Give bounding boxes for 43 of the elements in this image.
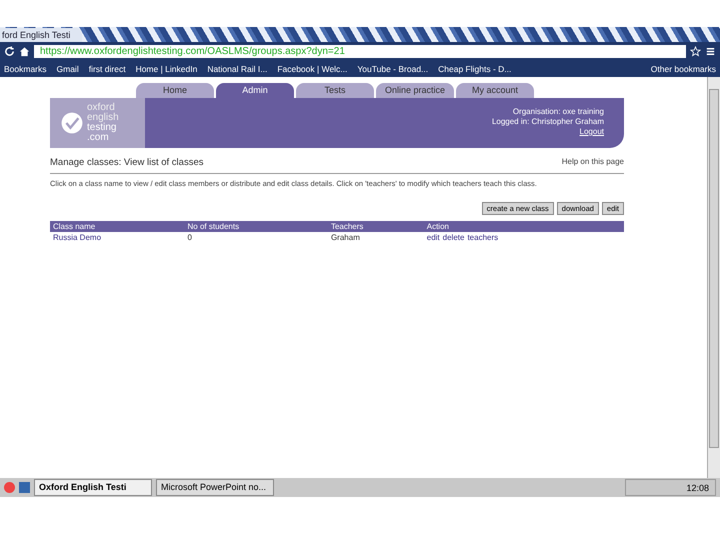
browser-tab[interactable]: ford English Testi <box>0 28 82 42</box>
action-link[interactable]: teachers <box>467 233 498 242</box>
reload-icon[interactable] <box>4 46 15 56</box>
taskbar-button[interactable]: Oxford English Testi <box>34 479 152 496</box>
clock-text: 12:08 <box>686 482 709 492</box>
page-title: Manage classes: View list of classes <box>50 157 204 168</box>
logged-in-text: Logged in: Christopher Graham <box>492 117 604 127</box>
column-header: No of students <box>184 221 328 232</box>
bookmark-link[interactable]: Bookmarks <box>4 64 47 74</box>
bookmark-link[interactable]: Cheap Flights - D... <box>438 64 512 74</box>
bookmark-link[interactable]: National Rail I... <box>207 64 268 74</box>
action-link[interactable]: edit <box>426 233 440 242</box>
logo-text: testing <box>87 123 116 133</box>
nav-tab[interactable]: Online practice <box>376 83 454 98</box>
bookmark-link[interactable]: Home | LinkedIn <box>136 64 198 74</box>
taskbar-button[interactable]: Microsoft PowerPoint no... <box>156 479 274 496</box>
logo-text: english <box>87 113 119 123</box>
help-link[interactable]: Help on this page <box>562 157 624 168</box>
bookmark-link[interactable]: YouTube - Broad... <box>357 64 428 74</box>
column-header: Teachers <box>328 221 424 232</box>
bookmark-link[interactable]: Facebook | Welc... <box>277 64 348 74</box>
nav-tab[interactable]: Tests <box>296 83 374 98</box>
column-header: Class name <box>50 221 185 232</box>
menu-icon[interactable] <box>705 46 716 56</box>
column-header: Action <box>424 221 624 232</box>
table-cell: Graham <box>328 232 424 243</box>
logo-text: oxford <box>87 103 115 113</box>
scrollbar[interactable] <box>707 77 720 478</box>
bookmark-link[interactable]: Gmail <box>56 64 79 74</box>
star-icon[interactable] <box>690 46 701 56</box>
class-name-link[interactable]: Russia Demo <box>53 233 102 242</box>
nav-tab[interactable]: My account <box>456 83 534 98</box>
tick-logo-icon <box>60 111 84 135</box>
organisation-text: Organisation: oxe training <box>512 107 604 117</box>
bookmark-link[interactable]: Other bookmarks <box>650 64 716 74</box>
bookmark-link[interactable]: first direct <box>88 64 126 74</box>
logout-link[interactable]: Logout <box>580 127 604 137</box>
logo-text: .com <box>87 133 109 143</box>
nav-tab[interactable]: Admin <box>216 83 294 98</box>
home-icon[interactable] <box>19 46 30 56</box>
nav-tab[interactable]: Home <box>136 83 214 98</box>
table-cell: 0 <box>184 232 328 243</box>
action-link[interactable]: delete <box>442 233 464 242</box>
